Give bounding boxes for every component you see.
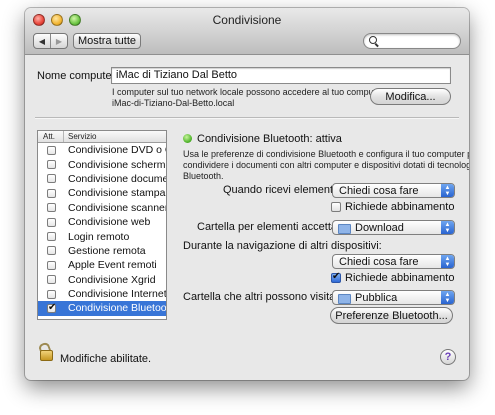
service-label: Gestione remota (68, 244, 146, 257)
service-row[interactable]: Condivisione schermo (38, 157, 166, 171)
service-checkbox[interactable] (47, 289, 56, 299)
back-arrow-icon[interactable]: ◀ (34, 34, 50, 48)
receive-pairing-label: Richiede abbinamento (345, 201, 455, 213)
column-header-on[interactable]: Att. (38, 131, 64, 142)
bluetooth-description-line2: condividere i documenti con altri comput… (183, 160, 469, 170)
service-row[interactable]: Condivisione stampante (38, 186, 166, 200)
bluetooth-status-text: Condivisione Bluetooth: attiva (197, 133, 342, 145)
service-label: Condivisione Internet (68, 288, 167, 301)
service-label: Condivisione Bluetooth (68, 302, 167, 315)
folder-icon (338, 293, 351, 304)
visit-folder-popup[interactable]: Pubblica ▲ ▼ (332, 290, 455, 305)
service-label: Condivisione Xgrid (68, 273, 156, 286)
folder-icon (338, 223, 351, 234)
status-indicator-icon (183, 134, 192, 143)
popup-arrows-icon: ▲ ▼ (441, 291, 454, 304)
service-checkbox[interactable] (47, 246, 56, 256)
service-label: Condivisione web (68, 216, 151, 229)
service-row[interactable]: Condivisione Xgrid (38, 273, 166, 287)
browse-pairing-checkbox[interactable] (331, 271, 341, 283)
popup-arrows-icon: ▲ ▼ (441, 221, 454, 234)
search-field[interactable] (363, 33, 461, 49)
service-row[interactable]: Gestione remota (38, 244, 166, 258)
footer-spacer (35, 333, 459, 334)
service-row[interactable]: Login remoto (38, 229, 166, 243)
service-checkbox[interactable] (47, 174, 56, 184)
receive-items-popup[interactable]: Chiedi cosa fare ▲ ▼ (332, 183, 455, 198)
accepted-folder-value: Download (355, 221, 404, 234)
services-list: Att. Servizio Condivisione DVD o CDCondi… (37, 130, 167, 320)
help-icon[interactable]: ? (440, 349, 456, 365)
service-label: Condivisione documenti (68, 172, 167, 185)
service-checkbox[interactable] (47, 145, 56, 155)
popup-arrows-icon: ▲ ▼ (441, 255, 454, 268)
accepted-folder-label: Cartella per elementi accettati: (197, 221, 346, 233)
forward-arrow-icon[interactable]: ▶ (50, 34, 67, 48)
title-bar: Condivisione ◀ ▶ Mostra tutte (25, 8, 469, 55)
visit-folder-label: Cartella che altri possono visitare: (183, 291, 349, 303)
window-title: Condivisione (212, 13, 282, 27)
service-row[interactable]: Condivisione scanner (38, 201, 166, 215)
service-checkbox[interactable] (47, 232, 56, 242)
column-header-service[interactable]: Servizio (64, 132, 96, 141)
show-all-button[interactable]: Mostra tutte (73, 33, 141, 49)
accepted-folder-popup[interactable]: Download ▲ ▼ (332, 220, 455, 235)
service-label: Login remoto (68, 230, 130, 243)
service-row[interactable]: Apple Event remoti (38, 258, 166, 272)
service-row[interactable]: Condivisione DVD o CD (38, 143, 166, 157)
service-checkbox[interactable] (47, 160, 56, 170)
browse-devices-popup[interactable]: Chiedi cosa fare ▲ ▼ (332, 254, 455, 269)
browse-devices-value: Chiedi cosa fare (339, 255, 419, 268)
service-checkbox[interactable] (47, 188, 56, 198)
service-row[interactable]: Condivisione Internet (38, 287, 166, 301)
service-row[interactable]: Condivisione documenti (38, 172, 166, 186)
service-label: Apple Event remoti (68, 259, 157, 272)
services-list-header: Att. Servizio (38, 131, 166, 143)
service-label: Condivisione schermo (68, 158, 167, 171)
visit-folder-value: Pubblica (355, 291, 398, 304)
service-checkbox[interactable] (47, 203, 56, 213)
service-checkbox[interactable] (47, 275, 56, 285)
services-rows: Condivisione DVD o CDCondivisione scherm… (38, 143, 166, 316)
search-icon (369, 36, 377, 44)
bluetooth-description-line3: Bluetooth. (183, 171, 224, 181)
sharing-window: Condivisione ◀ ▶ Mostra tutte Nome compu… (25, 8, 469, 380)
service-label: Condivisione scanner (68, 201, 167, 214)
service-checkbox[interactable] (47, 302, 56, 313)
service-checkbox[interactable] (47, 260, 56, 270)
edit-computer-name-button[interactable]: Modifica... (370, 88, 451, 105)
service-row[interactable]: Condivisione Bluetooth (38, 301, 167, 316)
browse-pairing-label: Richiede abbinamento (345, 272, 455, 284)
service-row[interactable]: Condivisione web (38, 215, 166, 229)
network-info-text: I computer sul tuo network locale posson… (112, 87, 399, 97)
section-divider (35, 117, 459, 119)
service-label: Condivisione DVD o CD (68, 144, 166, 157)
lock-status-text: Modifiche abilitate. (60, 353, 152, 365)
bluetooth-description-line1: Usa le preferenze di condivisione Blueto… (183, 149, 469, 159)
receive-pairing-checkbox[interactable] (331, 202, 341, 212)
browse-devices-label: Durante la navigazione di altri disposit… (183, 240, 382, 252)
receive-items-label: Quando ricevi elementi: (223, 184, 339, 196)
back-forward-control: ◀ ▶ (33, 33, 68, 49)
popup-arrows-icon: ▲ ▼ (441, 184, 454, 197)
network-address-text: iMac-di-Tiziano-Dal-Betto.local (112, 98, 235, 108)
computer-name-label: Nome computer: (37, 70, 119, 82)
service-checkbox[interactable] (47, 217, 56, 227)
lock-icon[interactable] (37, 341, 54, 361)
computer-name-field[interactable]: iMac di Tiziano Dal Betto (111, 67, 451, 84)
service-label: Condivisione stampante (68, 187, 166, 200)
receive-items-value: Chiedi cosa fare (339, 184, 419, 197)
bluetooth-preferences-button[interactable]: Preferenze Bluetooth... (330, 307, 453, 324)
